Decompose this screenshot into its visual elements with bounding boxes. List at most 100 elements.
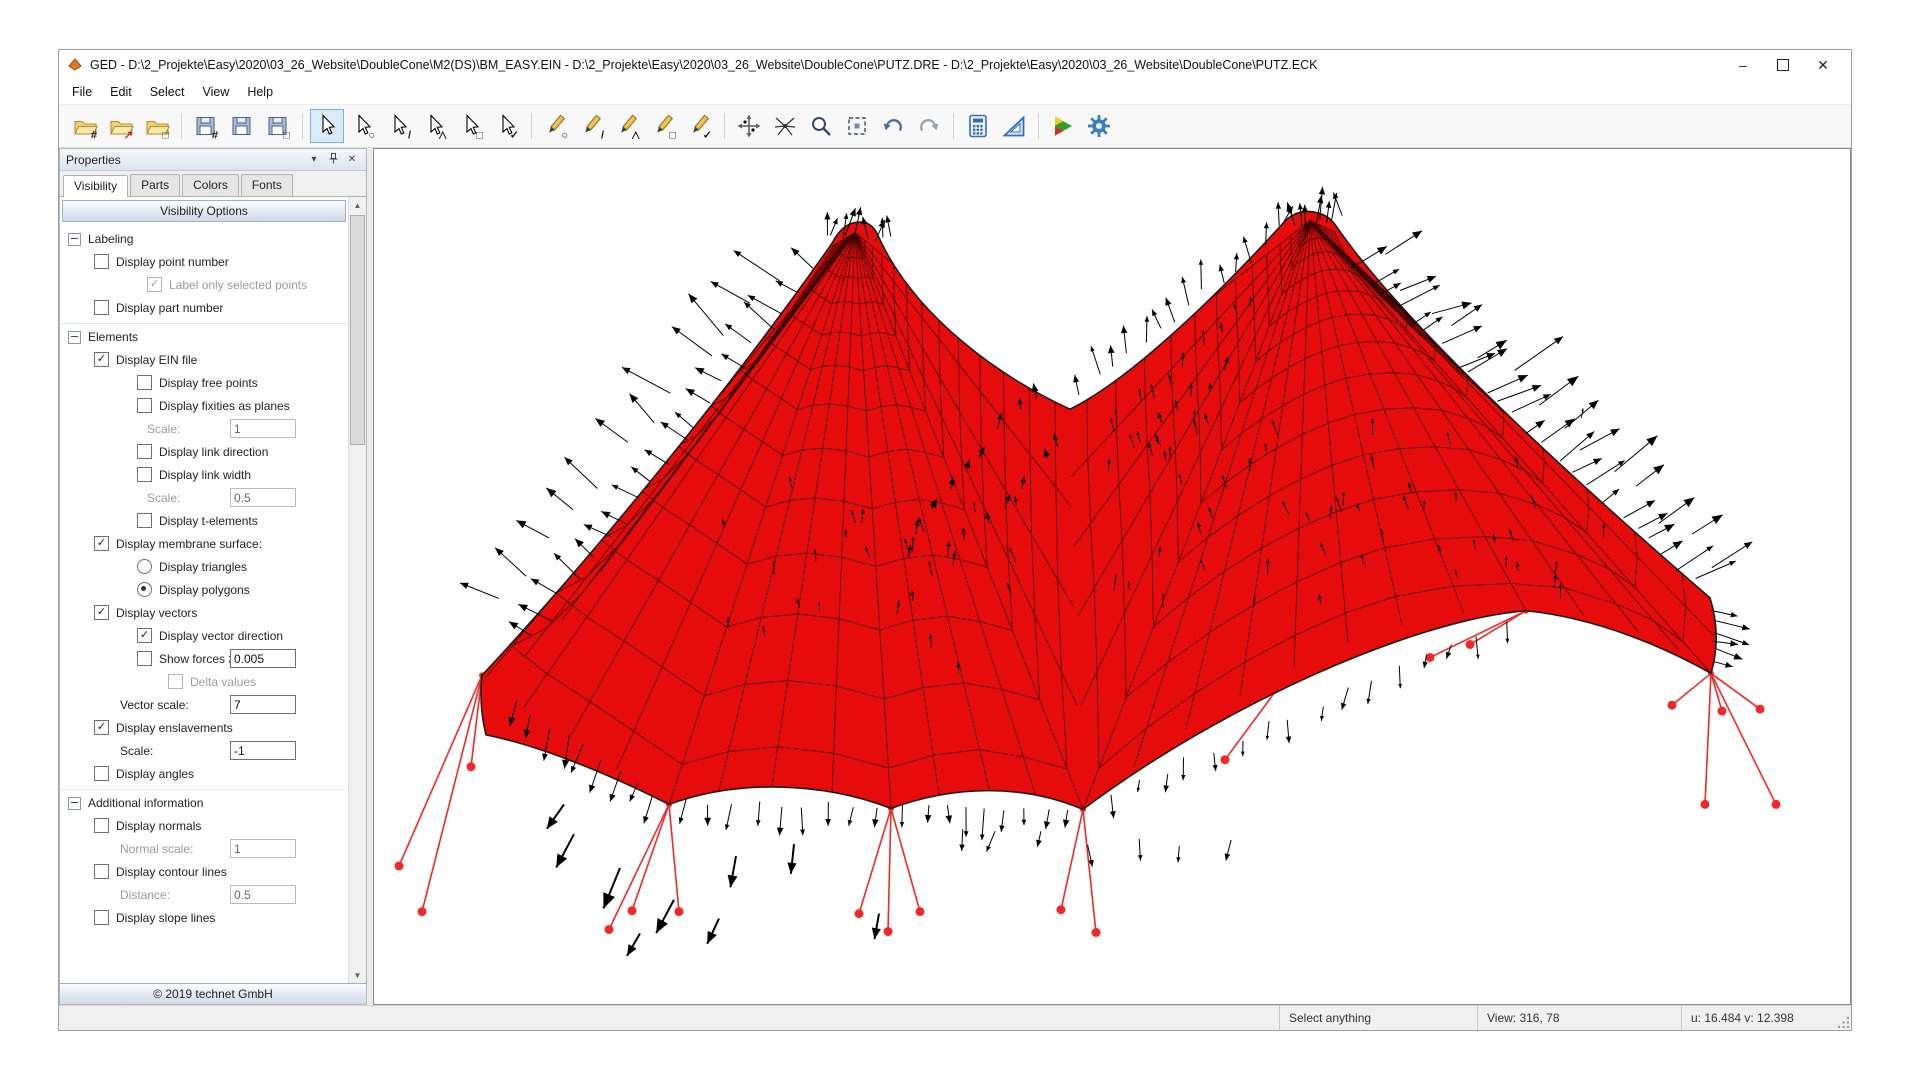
minimize-button[interactable]: –: [1723, 53, 1763, 77]
scrollbar-track[interactable]: [349, 213, 366, 967]
select-links-button[interactable]: /: [382, 109, 416, 143]
display-membrane-surface-checkbox[interactable]: ✓: [94, 536, 109, 551]
svg-text:□: □: [283, 130, 290, 140]
display-enslavements-checkbox[interactable]: ✓: [94, 720, 109, 735]
distance-label: Distance:: [120, 888, 170, 902]
scale-input[interactable]: [230, 741, 296, 760]
display-slope-lines-checkbox[interactable]: [94, 910, 109, 925]
display-triangles-radio[interactable]: [137, 559, 152, 574]
menu-select[interactable]: Select: [141, 82, 194, 102]
edit-links-button[interactable]: /: [575, 109, 609, 143]
display-polygons-radio[interactable]: [137, 582, 152, 597]
vector-scale-input[interactable]: [230, 695, 296, 714]
label-only-selected-points-checkbox[interactable]: ✓: [147, 277, 162, 292]
membrane-3d-view[interactable]: [374, 149, 1850, 1004]
technet-button[interactable]: [1046, 109, 1080, 143]
display-vectors-label: Display vectors: [116, 606, 197, 620]
tab-parts[interactable]: Parts: [130, 174, 180, 196]
redo-button[interactable]: [912, 109, 946, 143]
folder-icon: □: [144, 113, 170, 139]
normal-scale-input[interactable]: [230, 839, 296, 858]
scale-label: Scale:: [120, 744, 153, 758]
select-triangles-button[interactable]: △: [418, 109, 452, 143]
measure-button[interactable]: [997, 109, 1031, 143]
collapse-icon[interactable]: [68, 797, 81, 810]
svg-text:/: /: [408, 130, 411, 140]
select-elements-button[interactable]: ✓: [490, 109, 524, 143]
panel-scrollbar[interactable]: ▲ ▼: [348, 197, 366, 983]
save-eck-button[interactable]: □: [261, 109, 295, 143]
collapse-icon[interactable]: [68, 233, 81, 246]
display-link-width-checkbox[interactable]: [137, 467, 152, 482]
scrollbar-thumb[interactable]: [350, 215, 365, 445]
display-free-points-checkbox[interactable]: [137, 375, 152, 390]
save-ein-button[interactable]: #: [189, 109, 223, 143]
display-membrane-surface-row: ✓Display membrane surface:: [60, 532, 348, 555]
display-contour-lines-row: Display contour lines: [60, 860, 348, 883]
display-contour-lines-checkbox[interactable]: [94, 864, 109, 879]
menu-view[interactable]: View: [193, 82, 238, 102]
zoom-extents-button[interactable]: [840, 109, 874, 143]
setsquare-icon: [1001, 113, 1027, 139]
display-fixities-as-planes-checkbox[interactable]: [137, 398, 152, 413]
collapse-icon[interactable]: [68, 331, 81, 344]
display-point-number-checkbox[interactable]: [94, 254, 109, 269]
show-forces-input[interactable]: [230, 649, 296, 668]
display-normals-checkbox[interactable]: [94, 818, 109, 833]
save-dre-button[interactable]: [225, 109, 259, 143]
tab-visibility[interactable]: Visibility: [63, 175, 128, 197]
display-link-direction-checkbox[interactable]: [137, 444, 152, 459]
svg-text:✓: ✓: [510, 130, 519, 140]
display-vector-direction-checkbox[interactable]: ✓: [137, 628, 152, 643]
open-dre-button[interactable]: ↗: [104, 109, 138, 143]
scale-input[interactable]: [230, 488, 296, 507]
display-ein-file-label: Display EIN file: [116, 353, 197, 367]
scale-row: Scale:: [60, 417, 348, 440]
distance-input[interactable]: [230, 885, 296, 904]
zoom-button[interactable]: [804, 109, 838, 143]
spread-points-button[interactable]: [768, 109, 802, 143]
gear-icon: [1086, 113, 1112, 139]
select-points-button[interactable]: ○: [346, 109, 380, 143]
menu-file[interactable]: File: [63, 82, 101, 102]
open-ein-button[interactable]: #: [68, 109, 102, 143]
select-button[interactable]: [310, 109, 344, 143]
menu-help[interactable]: Help: [238, 82, 282, 102]
display-vector-direction-label: Display vector direction: [159, 629, 283, 643]
pin-icon[interactable]: [325, 153, 341, 167]
vector-scale-row: Vector scale:: [60, 693, 348, 716]
menu-edit[interactable]: Edit: [101, 82, 141, 102]
maximize-button[interactable]: [1763, 53, 1803, 77]
section-elements: Elements: [60, 323, 348, 348]
undo-button[interactable]: [876, 109, 910, 143]
display-t-elements-checkbox[interactable]: [137, 513, 152, 528]
move-points-button[interactable]: [732, 109, 766, 143]
display-ein-file-checkbox[interactable]: ✓: [94, 352, 109, 367]
edit-points-button[interactable]: ○: [539, 109, 573, 143]
tab-fonts[interactable]: Fonts: [241, 174, 293, 196]
logo-icon: [1050, 113, 1076, 139]
scroll-up-icon[interactable]: ▲: [349, 197, 366, 213]
disk-icon: [229, 113, 255, 139]
edit-quads-button[interactable]: □: [647, 109, 681, 143]
close-button[interactable]: ✕: [1803, 53, 1843, 77]
scroll-down-icon[interactable]: ▼: [349, 967, 366, 983]
tab-colors[interactable]: Colors: [182, 174, 239, 196]
display-enslavements-row: ✓Display enslavements: [60, 716, 348, 739]
display-slope-lines-row: Display slope lines: [60, 906, 348, 929]
delta-values-checkbox[interactable]: [168, 674, 183, 689]
select-quads-button[interactable]: □: [454, 109, 488, 143]
edit-elements-button[interactable]: ✓: [683, 109, 717, 143]
display-angles-checkbox[interactable]: [94, 766, 109, 781]
panel-close-icon[interactable]: ✕: [344, 154, 360, 165]
display-part-number-checkbox[interactable]: [94, 300, 109, 315]
show-forces-checkbox[interactable]: [137, 651, 152, 666]
scale-input[interactable]: [230, 419, 296, 438]
edit-triangles-button[interactable]: △: [611, 109, 645, 143]
settings-button[interactable]: [1082, 109, 1116, 143]
chevron-down-icon[interactable]: ▾: [306, 154, 322, 165]
open-eck-button[interactable]: □: [140, 109, 174, 143]
calculate-button[interactable]: [961, 109, 995, 143]
display-vectors-checkbox[interactable]: ✓: [94, 605, 109, 620]
resize-grip[interactable]: [1833, 1006, 1851, 1030]
